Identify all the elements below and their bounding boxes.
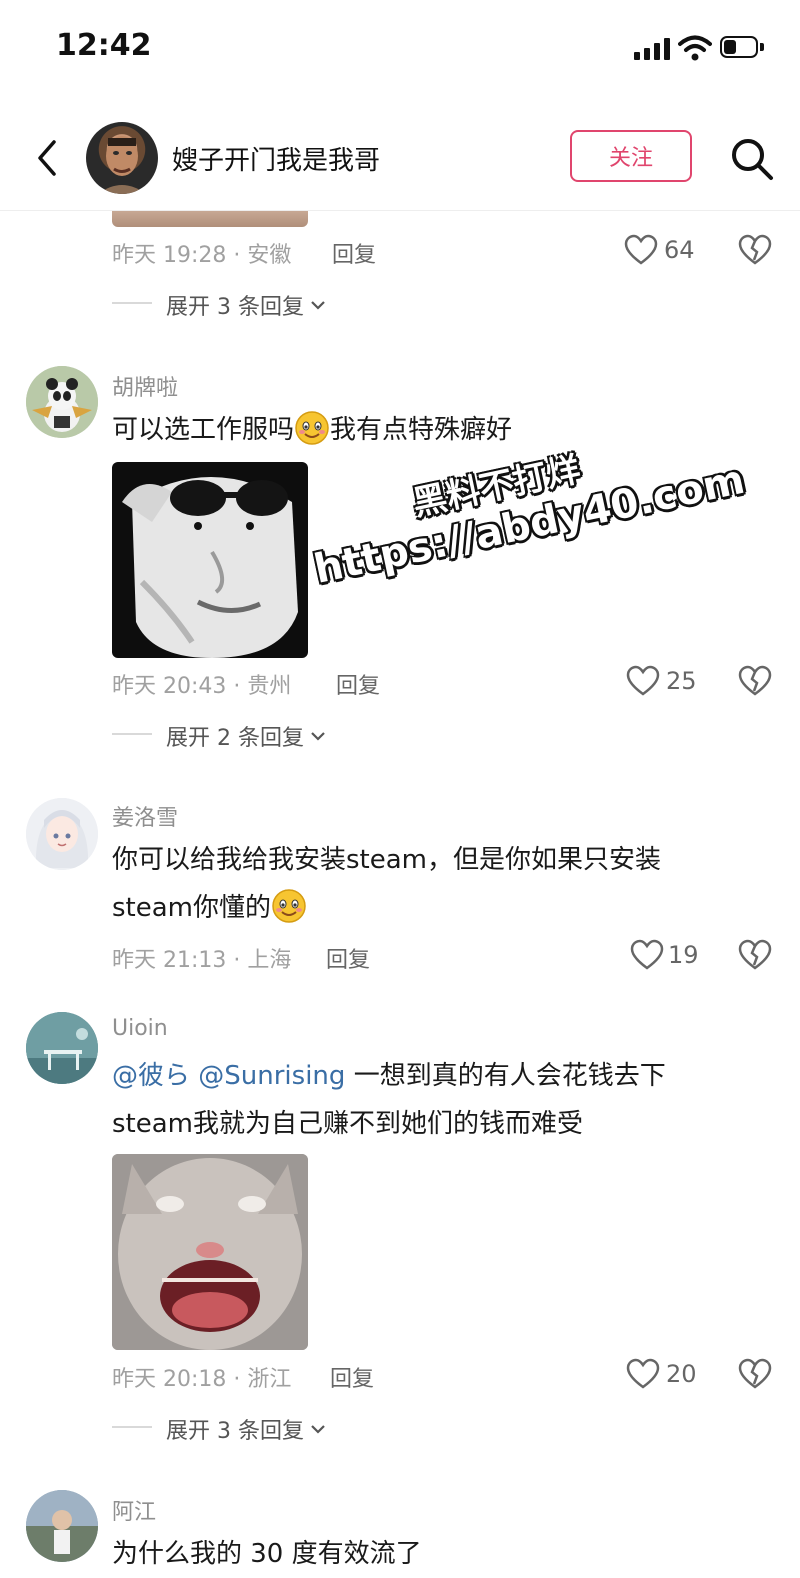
search-icon[interactable] — [728, 135, 776, 183]
reply-button[interactable]: 回复 — [336, 668, 380, 700]
smile-emoji-icon — [295, 411, 329, 445]
like-count: 64 — [664, 236, 695, 264]
comment-meta: 昨天 20:18 · 浙江 — [112, 1367, 292, 1392]
comment-meta: 昨天 20:43 · 贵州 — [112, 674, 292, 699]
reply-button[interactable]: 回复 — [330, 1361, 374, 1393]
dislike-heart-icon[interactable] — [738, 665, 772, 697]
commenter-name[interactable]: 阿江 — [112, 1494, 156, 1526]
like-count: 25 — [666, 667, 697, 695]
comment-meta: 昨天 19:28 · 安徽 — [112, 243, 292, 268]
heart-icon[interactable] — [626, 665, 660, 697]
commenter-name[interactable]: 姜洛雪 — [112, 800, 178, 832]
comment-text: 可以选工作服吗 我有点特殊癖好 — [112, 406, 512, 454]
expand-divider — [112, 302, 152, 304]
chevron-down-icon — [311, 732, 325, 741]
dislike-heart-icon[interactable] — [738, 1358, 772, 1390]
comment-text-part: steam你懂的 — [112, 893, 271, 923]
comment-text-part: 可以选工作服吗 — [112, 415, 295, 445]
battery-icon — [720, 36, 764, 60]
commenter-avatar[interactable] — [26, 1012, 98, 1084]
commenter-avatar[interactable] — [26, 1490, 98, 1562]
dislike-heart-icon[interactable] — [738, 234, 772, 266]
reply-button[interactable]: 回复 — [326, 942, 370, 974]
comment-line: 你可以给我给我安装steam，但是你如果只安装 — [112, 845, 661, 875]
comment-text-part: 我有点特殊癖好 — [330, 415, 513, 445]
page-title: 嫂子开门我是我哥 — [172, 146, 381, 176]
status-time: 12:42 — [56, 28, 152, 63]
expand-replies[interactable]: 展开 3 条回复 — [166, 1413, 326, 1445]
expand-replies[interactable]: 展开 2 条回复 — [166, 720, 326, 752]
expand-label: 展开 3 条回复 — [166, 1419, 304, 1444]
chevron-down-icon — [311, 301, 325, 310]
comment-text: 你可以给我给我安装steam，但是你如果只安装 steam你懂的 — [112, 836, 661, 932]
expand-divider — [112, 733, 152, 735]
commenter-avatar[interactable] — [26, 366, 98, 438]
comment-image[interactable] — [112, 1154, 308, 1350]
comment-text-part: 一想到真的有人会花钱去下 — [353, 1061, 666, 1091]
comment-text: 为什么我的 30 度有效流了 — [112, 1539, 422, 1569]
back-arrow-icon[interactable] — [30, 138, 70, 178]
heart-icon[interactable] — [624, 234, 658, 266]
commenter-name[interactable]: 胡牌啦 — [112, 370, 178, 402]
cropped-image[interactable] — [112, 211, 308, 227]
chevron-down-icon — [311, 1425, 325, 1434]
like-count: 20 — [666, 1360, 697, 1388]
comment-line-2: steam你懂的 — [112, 884, 661, 932]
comment-line: @彼ら @Sunrising 一想到真的有人会花钱去下 — [112, 1052, 666, 1100]
comment-image[interactable] — [112, 462, 308, 658]
wifi-icon — [678, 35, 712, 61]
heart-icon[interactable] — [626, 1358, 660, 1390]
reply-button[interactable]: 回复 — [332, 237, 376, 269]
smile-emoji-icon — [272, 889, 306, 923]
follow-button[interactable]: 关注 — [570, 130, 692, 182]
dislike-heart-icon[interactable] — [738, 939, 772, 971]
heart-icon[interactable] — [630, 939, 664, 971]
user-avatar[interactable] — [86, 122, 158, 194]
comment-meta: 昨天 21:13 · 上海 — [112, 948, 292, 973]
mention-link[interactable]: @Sunrising — [198, 1061, 345, 1091]
expand-divider — [112, 1426, 152, 1428]
mention-link[interactable]: @彼ら — [112, 1061, 190, 1091]
commenter-name[interactable]: Uioin — [112, 1016, 168, 1041]
comment-line-2: steam我就为自己赚不到她们的钱而难受 — [112, 1109, 583, 1139]
signal-icon — [634, 38, 672, 60]
commenter-avatar[interactable] — [26, 798, 98, 870]
expand-label: 展开 2 条回复 — [166, 726, 304, 751]
like-count: 19 — [668, 941, 699, 969]
expand-label: 展开 3 条回复 — [166, 295, 304, 320]
comment-text: @彼ら @Sunrising 一想到真的有人会花钱去下 steam我就为自己赚不… — [112, 1052, 666, 1148]
expand-replies[interactable]: 展开 3 条回复 — [166, 289, 326, 321]
